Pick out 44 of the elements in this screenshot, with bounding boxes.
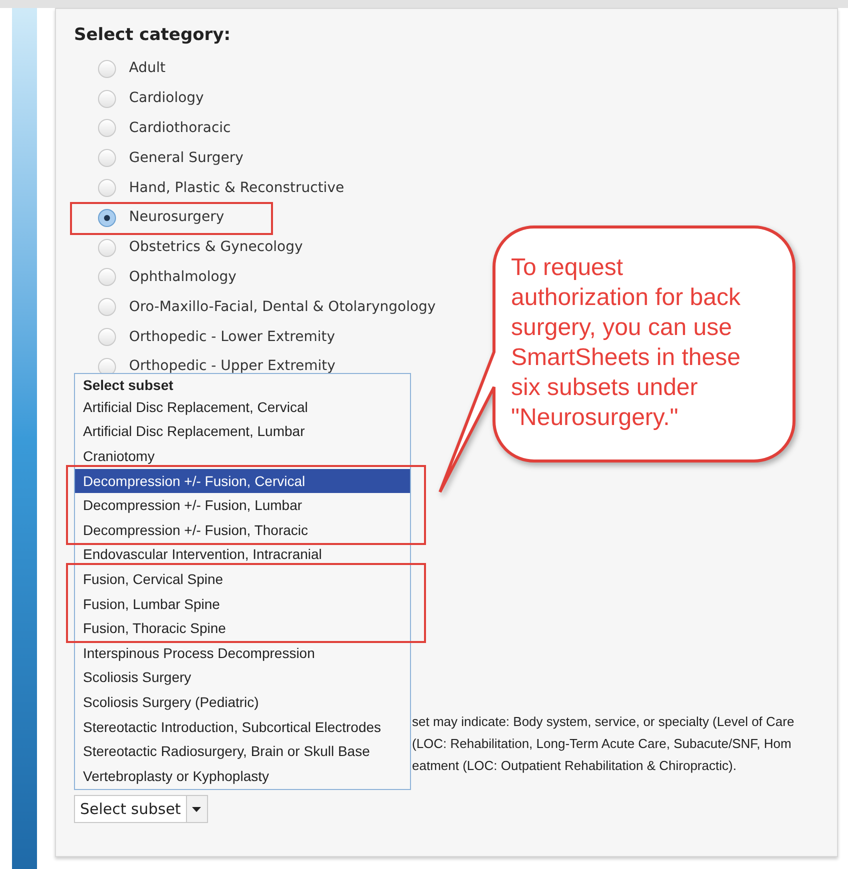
list-option[interactable]: Endovascular Intervention, Intracranial <box>75 542 410 568</box>
radio-button[interactable] <box>98 179 116 198</box>
radio-button[interactable] <box>98 119 116 138</box>
radio-button[interactable] <box>98 238 116 257</box>
radio-button[interactable] <box>98 298 116 316</box>
radio-label[interactable]: Orthopedic - Upper Extremity <box>129 356 336 378</box>
radio-label[interactable]: Ophthalmology <box>129 266 236 288</box>
description-text: eatment (LOC: Outpatient Rehabilitation & Chiropractic). <box>412 757 738 775</box>
radio-label[interactable]: Cardiothoracic <box>129 118 231 139</box>
radio-label[interactable]: Oro-Maxillo-Facial, Dental & Otolaryngology <box>129 296 436 318</box>
radio-button[interactable] <box>98 149 116 168</box>
subset-select[interactable]: Select subset <box>74 795 208 823</box>
radio-button[interactable] <box>98 328 116 346</box>
description-text: set may indicate: Body system, service, or specialty (Level of Care <box>412 713 794 731</box>
list-option[interactable]: Stereotactic Introduction, Subcortical Electrodes <box>75 714 410 740</box>
section-title: Select category: <box>74 24 231 47</box>
callout-text: To request authorization for back surgery, you can use SmartSheets in these six subsets under "Neurosurgery." <box>511 253 742 433</box>
list-option[interactable]: Vertebroplasty or Kyphoplasty <box>75 764 410 788</box>
radio-label[interactable]: Orthopedic - Lower Extremity <box>129 326 336 348</box>
list-option[interactable]: Fusion, Thoracic Spine <box>75 616 410 641</box>
list-header: Select subset <box>82 376 174 394</box>
list-option[interactable]: Decompression +/- Fusion, Thoracic <box>75 518 410 543</box>
radio-button[interactable] <box>98 60 116 78</box>
list-option[interactable]: Decompression +/- Fusion, Cervical <box>75 468 410 494</box>
radio-button[interactable] <box>98 208 116 227</box>
list-option[interactable]: Artificial Disc Replacement, Lumbar <box>75 420 410 444</box>
list-option[interactable]: Fusion, Lumbar Spine <box>75 592 410 616</box>
radio-label[interactable]: Obstetrics & Gynecology <box>129 237 303 258</box>
radio-button[interactable] <box>98 268 116 286</box>
radio-label[interactable]: Neurosurgery <box>129 207 224 228</box>
radio-label[interactable]: Hand, Plastic & Reconstructive <box>129 178 344 199</box>
list-option[interactable]: Stereotactic Radiosurgery, Brain or Skull Base <box>75 739 410 764</box>
description-text: (LOC: Rehabilitation, Long-Term Acute Care, Subacute/SNF, Hom <box>412 735 792 753</box>
radio-label[interactable]: Adult <box>129 58 166 80</box>
list-option[interactable]: Artificial Disc Replacement, Cervical <box>75 395 410 420</box>
radio-button[interactable] <box>98 90 116 108</box>
list-option[interactable]: Craniotomy <box>75 444 410 469</box>
list-option[interactable]: Scoliosis Surgery (Pediatric) <box>75 690 410 715</box>
list-option[interactable]: Decompression +/- Fusion, Lumbar <box>75 493 410 518</box>
list-option[interactable]: Interspinous Process Decompression <box>75 640 410 666</box>
radio-label[interactable]: General Surgery <box>129 148 244 169</box>
list-option[interactable]: Scoliosis Surgery <box>75 666 410 690</box>
radio-label[interactable]: Cardiology <box>129 88 204 110</box>
list-option[interactable]: Fusion, Cervical Spine <box>75 567 410 592</box>
